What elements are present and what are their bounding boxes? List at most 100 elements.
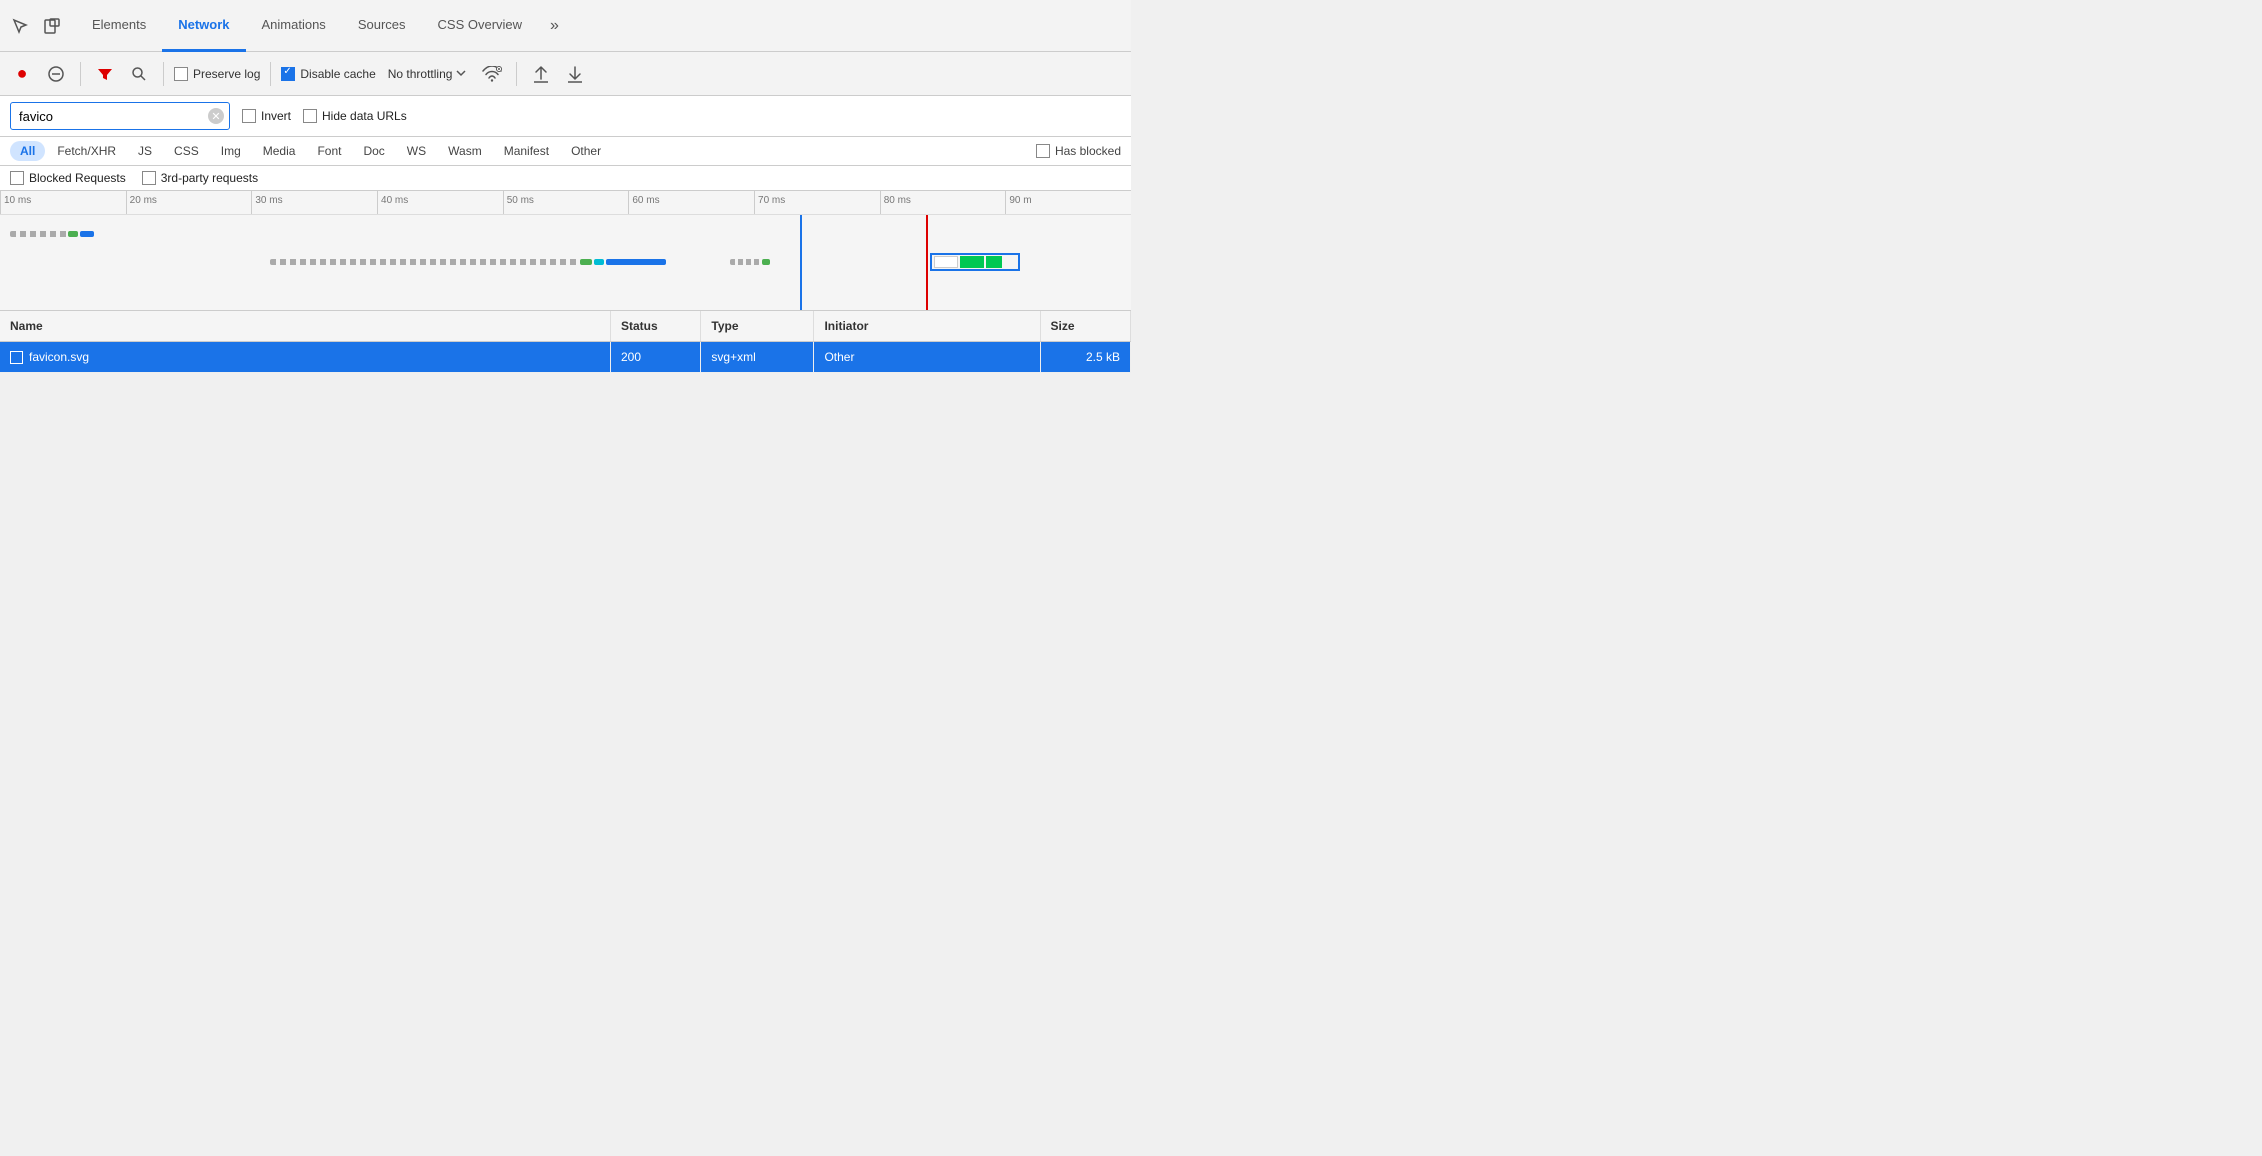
tab-network[interactable]: Network [162,0,245,52]
has-blocked-label: Has blocked [1055,144,1121,158]
col-header-size[interactable]: Size [1040,311,1130,342]
col-header-type[interactable]: Type [701,311,814,342]
type-filter-bar: AllFetch/XHRJSCSSImgMediaFontDocWSWasmMa… [0,137,1131,166]
disable-cache-label[interactable]: Disable cache [281,67,375,81]
file-name: favicon.svg [29,350,89,364]
blocked-requests-checkbox[interactable] [10,171,24,185]
import-har-button[interactable] [527,60,555,88]
col-header-status[interactable]: Status [610,311,700,342]
preserve-log-label[interactable]: Preserve log [174,67,260,81]
cell-status: 200 [610,342,700,373]
wf-bar-1b [68,231,78,237]
record-button[interactable]: ● [8,60,36,88]
more-tabs-button[interactable]: » [542,17,567,35]
wf-bar-2d [606,259,666,265]
wf-bar-1a [10,231,70,237]
cell-name: favicon.svg [0,342,610,373]
disable-cache-checkbox[interactable] [281,67,295,81]
filter-button[interactable] [91,60,119,88]
dom-content-loaded-line [800,215,802,311]
wf-bar-1c [80,231,94,237]
type-filter-wasm[interactable]: Wasm [438,141,492,161]
wf-bar-2a [270,259,580,265]
blocked-requests-label: Blocked Requests [29,171,126,185]
preserve-log-text: Preserve log [193,67,260,81]
devtools-icons [8,14,64,38]
separator-1 [80,62,81,86]
ruler-tick: 50 ms [503,191,629,214]
wf-bar-3a [730,259,760,265]
third-party-checkbox[interactable] [142,171,156,185]
table-row[interactable]: favicon.svg200svg+xmlOther2.5 kB [0,342,1131,373]
third-party-label: 3rd-party requests [161,171,258,185]
export-har-button[interactable] [561,60,589,88]
row-select-checkbox[interactable] [10,351,23,364]
load-line [926,215,928,311]
hide-data-urls-option[interactable]: Hide data URLs [303,109,407,123]
table-body: favicon.svg200svg+xmlOther2.5 kB [0,342,1131,373]
device-toolbar-icon[interactable] [40,14,64,38]
blocked-requests-option[interactable]: Blocked Requests [10,171,126,185]
wf-bar-2b [580,259,592,265]
cell-size: 2.5 kB [1040,342,1130,373]
type-filter-buttons: AllFetch/XHRJSCSSImgMediaFontDocWSWasmMa… [10,141,611,161]
type-filter-font[interactable]: Font [307,141,351,161]
tab-sources[interactable]: Sources [342,0,422,52]
wf-bar-2c [594,259,604,265]
preserve-log-checkbox[interactable] [174,67,188,81]
throttle-label: No throttling [388,67,453,81]
ruler-tick: 80 ms [880,191,1006,214]
invert-label: Invert [261,109,291,123]
tab-bar: ElementsNetworkAnimationsSourcesCSS Over… [0,0,1131,52]
ruler-tick: 70 ms [754,191,880,214]
filter-input[interactable] [10,102,230,130]
cell-type: svg+xml [701,342,814,373]
ruler-tick: 40 ms [377,191,503,214]
filter-clear-button[interactable]: ✕ [208,108,224,124]
timeline-ruler: 10 ms20 ms30 ms40 ms50 ms60 ms70 ms80 ms… [0,191,1131,215]
wf-selected-bar [930,253,1020,271]
invert-option[interactable]: Invert [242,109,291,123]
type-filter-img[interactable]: Img [211,141,251,161]
type-filter-media[interactable]: Media [253,141,306,161]
type-filter-doc[interactable]: Doc [353,141,394,161]
select-element-icon[interactable] [8,14,32,38]
network-conditions-button[interactable] [478,60,506,88]
tab-animations[interactable]: Animations [246,0,342,52]
type-filter-all[interactable]: All [10,141,45,161]
tab-list: ElementsNetworkAnimationsSourcesCSS Over… [76,0,538,51]
tab-elements[interactable]: Elements [76,0,162,52]
has-blocked-checkbox[interactable] [1036,144,1050,158]
invert-checkbox[interactable] [242,109,256,123]
type-filter-js[interactable]: JS [128,141,162,161]
has-blocked-option[interactable]: Has blocked [1036,144,1121,158]
type-filter-fetch-xhr[interactable]: Fetch/XHR [47,141,126,161]
hide-data-urls-checkbox[interactable] [303,109,317,123]
table-header-row: Name Status Type Initiator Size [0,311,1131,342]
type-filter-manifest[interactable]: Manifest [494,141,559,161]
throttle-select[interactable]: No throttling [382,64,473,84]
timeline-rows [0,215,1131,311]
search-button[interactable] [125,60,153,88]
separator-2 [163,62,164,86]
ruler-tick: 90 m [1005,191,1131,214]
type-filter-other[interactable]: Other [561,141,611,161]
type-filter-ws[interactable]: WS [397,141,436,161]
col-header-name[interactable]: Name [0,311,610,342]
filter-bar: ✕ Invert Hide data URLs [0,96,1131,137]
timeline-area: 10 ms20 ms30 ms40 ms50 ms60 ms70 ms80 ms… [0,191,1131,311]
col-header-initiator[interactable]: Initiator [814,311,1040,342]
ruler-tick: 30 ms [251,191,377,214]
network-toolbar: ● Preserve log Disable cache No throttli… [0,52,1131,96]
network-table: Name Status Type Initiator Size favicon.… [0,311,1131,373]
tab-css-overview[interactable]: CSS Overview [422,0,539,52]
ruler-tick: 60 ms [628,191,754,214]
disable-cache-text: Disable cache [300,67,375,81]
clear-button[interactable] [42,60,70,88]
type-filter-css[interactable]: CSS [164,141,209,161]
separator-4 [516,62,517,86]
search-wrap: ✕ [10,102,230,130]
third-party-option[interactable]: 3rd-party requests [142,171,258,185]
ruler-tick: 20 ms [126,191,252,214]
wf-bar-3b [762,259,770,265]
